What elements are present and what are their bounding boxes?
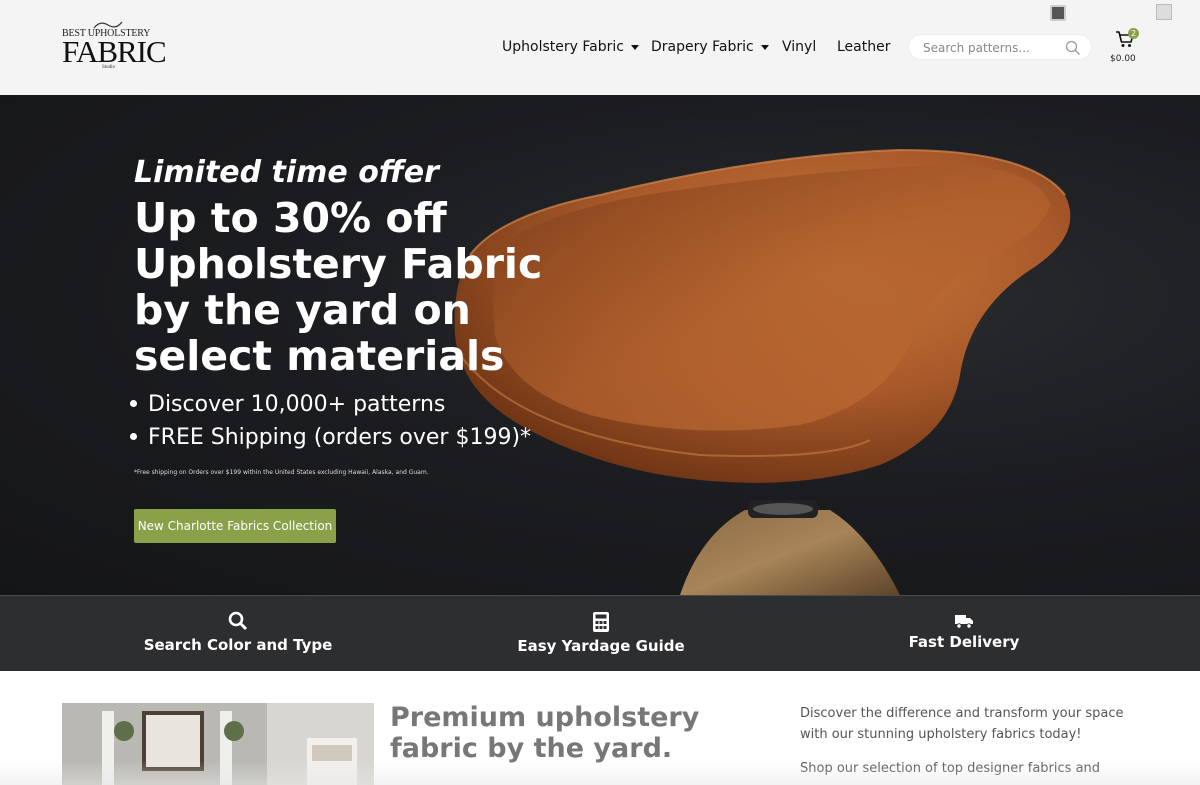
nav-label: Drapery Fabric bbox=[651, 39, 754, 55]
feature-label: Fast Delivery bbox=[908, 633, 1020, 651]
feature-search[interactable]: Search Color and Type bbox=[88, 596, 388, 672]
calculator-icon bbox=[593, 612, 609, 632]
nav-upholstery-fabric[interactable]: Upholstery Fabric bbox=[502, 36, 639, 58]
cart-button[interactable]: 2 $0.00 bbox=[1110, 28, 1140, 66]
intro-paragraph-2: Shop our selection of top designer fabri… bbox=[800, 761, 1101, 776]
site-logo[interactable]: BEST UPHOLSTERY FABRIC Studio bbox=[62, 20, 167, 72]
feature-delivery[interactable]: Fast Delivery bbox=[814, 596, 1114, 672]
room-photo bbox=[62, 703, 374, 785]
hero-headline: Up to 30% off Upholstery Fabric by the y… bbox=[134, 194, 543, 380]
hero-bullet: Discover 10,000+ patterns bbox=[130, 388, 531, 421]
logo-line2: FABRIC bbox=[62, 34, 167, 69]
room-photo-image bbox=[62, 703, 374, 785]
hero-offer: Limited time offer bbox=[134, 155, 439, 190]
cart-total: $0.00 bbox=[1110, 54, 1136, 64]
search-input[interactable] bbox=[923, 39, 1063, 57]
account-icon[interactable] bbox=[1156, 4, 1172, 20]
hero-fine-print: *Free shipping on Orders over $199 withi… bbox=[134, 469, 429, 476]
intro-paragraph-1: Discover the difference and transform yo… bbox=[800, 706, 1124, 742]
site-header: BEST UPHOLSTERY FABRIC Studio Upholstery… bbox=[0, 0, 1200, 95]
charlotte-collection-button[interactable]: New Charlotte Fabrics Collection bbox=[134, 509, 336, 543]
feature-label: Search Color and Type bbox=[143, 636, 333, 654]
nav-label: Vinyl bbox=[782, 39, 817, 55]
nav-drapery-fabric[interactable]: Drapery Fabric bbox=[651, 36, 769, 58]
logo-line3: Studio bbox=[102, 65, 116, 70]
intro-heading: Premium upholstery fabric by the yard. bbox=[390, 702, 700, 764]
search-icon bbox=[228, 611, 248, 631]
feature-label: Easy Yardage Guide bbox=[517, 637, 685, 655]
feature-yardage[interactable]: Easy Yardage Guide bbox=[451, 596, 751, 672]
hero-banner: Limited time offer Up to 30% off Upholst… bbox=[0, 95, 1200, 595]
nav-label: Upholstery Fabric bbox=[502, 39, 624, 55]
feature-bar: Search Color and Type Easy Yardage Guide… bbox=[0, 595, 1200, 671]
caret-down-icon bbox=[760, 44, 769, 50]
hero-bullet: FREE Shipping (orders over $199)* bbox=[130, 421, 531, 454]
nav-leather[interactable]: Leather bbox=[837, 36, 890, 58]
truck-icon bbox=[955, 615, 973, 629]
nav-vinyl[interactable]: Vinyl bbox=[782, 36, 816, 58]
hero-bullets: Discover 10,000+ patterns FREE Shipping … bbox=[130, 388, 531, 454]
notification-icon[interactable] bbox=[1050, 5, 1066, 21]
caret-down-icon bbox=[630, 44, 639, 50]
nav-label: Leather bbox=[837, 39, 891, 55]
search-box bbox=[908, 34, 1092, 60]
cart-count-badge: 2 bbox=[1128, 28, 1139, 39]
search-icon[interactable] bbox=[1065, 40, 1081, 56]
